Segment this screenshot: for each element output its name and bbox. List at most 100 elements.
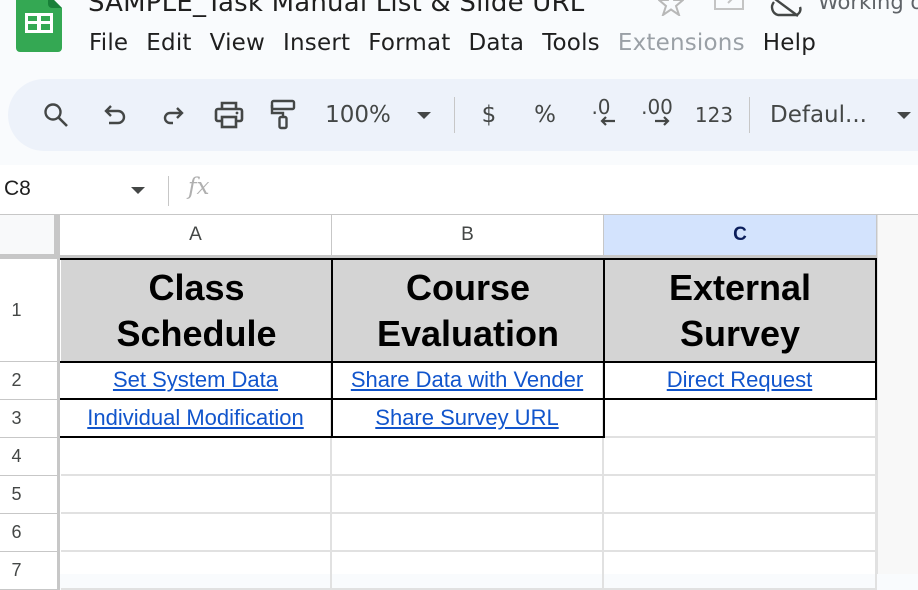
cell-b1[interactable]: Course Evaluation [332,259,604,362]
cell-a1[interactable]: Class Schedule [61,259,332,362]
cell-a6[interactable] [61,514,332,552]
cell-border [60,398,878,400]
menu-bar: File Edit View Insert Format Data Tools … [80,28,825,58]
chevron-down-icon [417,111,431,119]
cell-c3[interactable] [604,400,877,438]
row-header-3[interactable]: 3 [0,400,60,438]
link-share-survey-url[interactable]: Share Survey URL [375,405,558,431]
cell-b1-line1: Course [405,266,531,308]
toolbar-divider [749,97,750,133]
link-individual-modification[interactable]: Individual Modification [87,405,303,431]
cell-a4[interactable] [61,438,332,476]
menu-edit[interactable]: Edit [137,28,200,58]
redo-icon [163,107,184,125]
number-format-icon: 123 [694,103,734,127]
font-value: Defaul... [770,102,867,128]
menu-data[interactable]: Data [459,28,533,58]
cloud-offline-icon[interactable] [768,0,804,18]
zoom-value: 100% [325,102,391,128]
paint-format-button[interactable] [266,79,300,151]
link-set-system-data[interactable]: Set System Data [113,367,278,393]
link-direct-request[interactable]: Direct Request [667,367,813,393]
document-title[interactable]: SAMPLE_Task Manual List & Slide URL [88,0,584,18]
grid-overflow-area [877,215,918,574]
row-header-4[interactable]: 4 [0,438,60,476]
cell-c7[interactable] [604,552,877,590]
column-header-c[interactable]: C [604,215,877,258]
decrease-decimal-button[interactable]: .0 [582,79,620,151]
print-button[interactable] [211,79,247,151]
toolbar: 100% $ % .0 .00 123 Defaul... [8,79,918,151]
row-header-2[interactable]: 2 [0,362,60,400]
cell-b2[interactable]: Share Data with Vender [332,362,604,400]
menu-insert[interactable]: Insert [274,28,359,58]
chevron-down-icon[interactable] [131,187,145,194]
increase-decimal-button[interactable]: .00 [636,79,678,151]
toolbar-divider [454,97,455,133]
search-menus-button[interactable] [38,79,74,151]
spreadsheet-grid: A B C 1 2 3 4 5 6 7 Class Schedule Cours… [0,215,918,590]
undo-icon [104,105,126,125]
cell-a5[interactable] [61,476,332,514]
formula-bar: C8 fx [0,165,918,215]
undo-button[interactable] [100,79,132,151]
menu-view[interactable]: View [201,28,274,58]
column-header-b[interactable]: B [332,215,604,258]
link-share-data-with-vender[interactable]: Share Data with Vender [351,367,583,393]
currency-format-button[interactable]: $ [474,79,504,151]
row-header-1[interactable]: 1 [0,259,60,362]
formula-input[interactable] [230,171,910,209]
cell-b3[interactable]: Share Survey URL [332,400,604,438]
cell-c4[interactable] [604,438,877,476]
increase-decimal-icon: .00 [641,95,673,119]
font-dropdown[interactable] [892,79,916,151]
row-header-5[interactable]: 5 [0,476,60,514]
column-header-a[interactable]: A [60,215,332,258]
sheets-logo-icon[interactable] [16,0,62,52]
formula-bar-divider [168,176,169,206]
redo-button[interactable] [156,79,188,151]
cell-c1-line1: External [668,266,812,308]
cell-a7[interactable] [61,552,332,590]
cell-a1-line1: Class [148,266,245,308]
row-header-7[interactable]: 7 [0,552,60,590]
menu-format[interactable]: Format [359,28,459,58]
fx-icon: fx [188,174,210,200]
percent-format-button[interactable]: % [530,79,560,151]
name-box[interactable]: C8 [4,177,31,201]
cell-b6[interactable] [332,514,604,552]
menu-extensions[interactable]: Extensions [609,28,754,58]
cell-c1-line2: Survey [679,312,801,354]
cell-border [331,258,333,438]
move-to-folder-icon[interactable] [714,0,744,14]
cell-b7[interactable] [332,552,604,590]
more-formats-button[interactable]: 123 [692,79,736,151]
cell-c1[interactable]: External Survey [604,259,876,362]
print-icon [214,101,244,129]
arrow-right-icon [655,116,670,126]
menu-help[interactable]: Help [754,28,825,58]
zoom-dropdown[interactable] [412,79,436,151]
cell-a3[interactable]: Individual Modification [61,400,332,438]
cell-b5[interactable] [332,476,604,514]
save-status: Working o [818,0,918,14]
zoom-select[interactable]: 100% [318,79,398,151]
decrease-decimal-icon: .0 [591,95,611,119]
cell-border [60,361,878,363]
menu-file[interactable]: File [80,28,137,58]
chevron-down-icon [897,111,911,119]
cell-a1-line2: Schedule [116,312,277,354]
select-all-corner[interactable] [0,215,60,259]
cell-a2[interactable]: Set System Data [61,362,332,400]
arrow-left-icon [600,116,615,126]
star-icon[interactable] [658,0,684,16]
percent-icon: % [534,102,556,128]
cell-b4[interactable] [332,438,604,476]
font-select[interactable]: Defaul... [770,79,886,151]
cell-c5[interactable] [604,476,877,514]
currency-icon: $ [481,102,497,128]
menu-tools[interactable]: Tools [533,28,609,58]
cell-c6[interactable] [604,514,877,552]
cell-c2[interactable]: Direct Request [604,362,877,400]
row-header-6[interactable]: 6 [0,514,60,552]
